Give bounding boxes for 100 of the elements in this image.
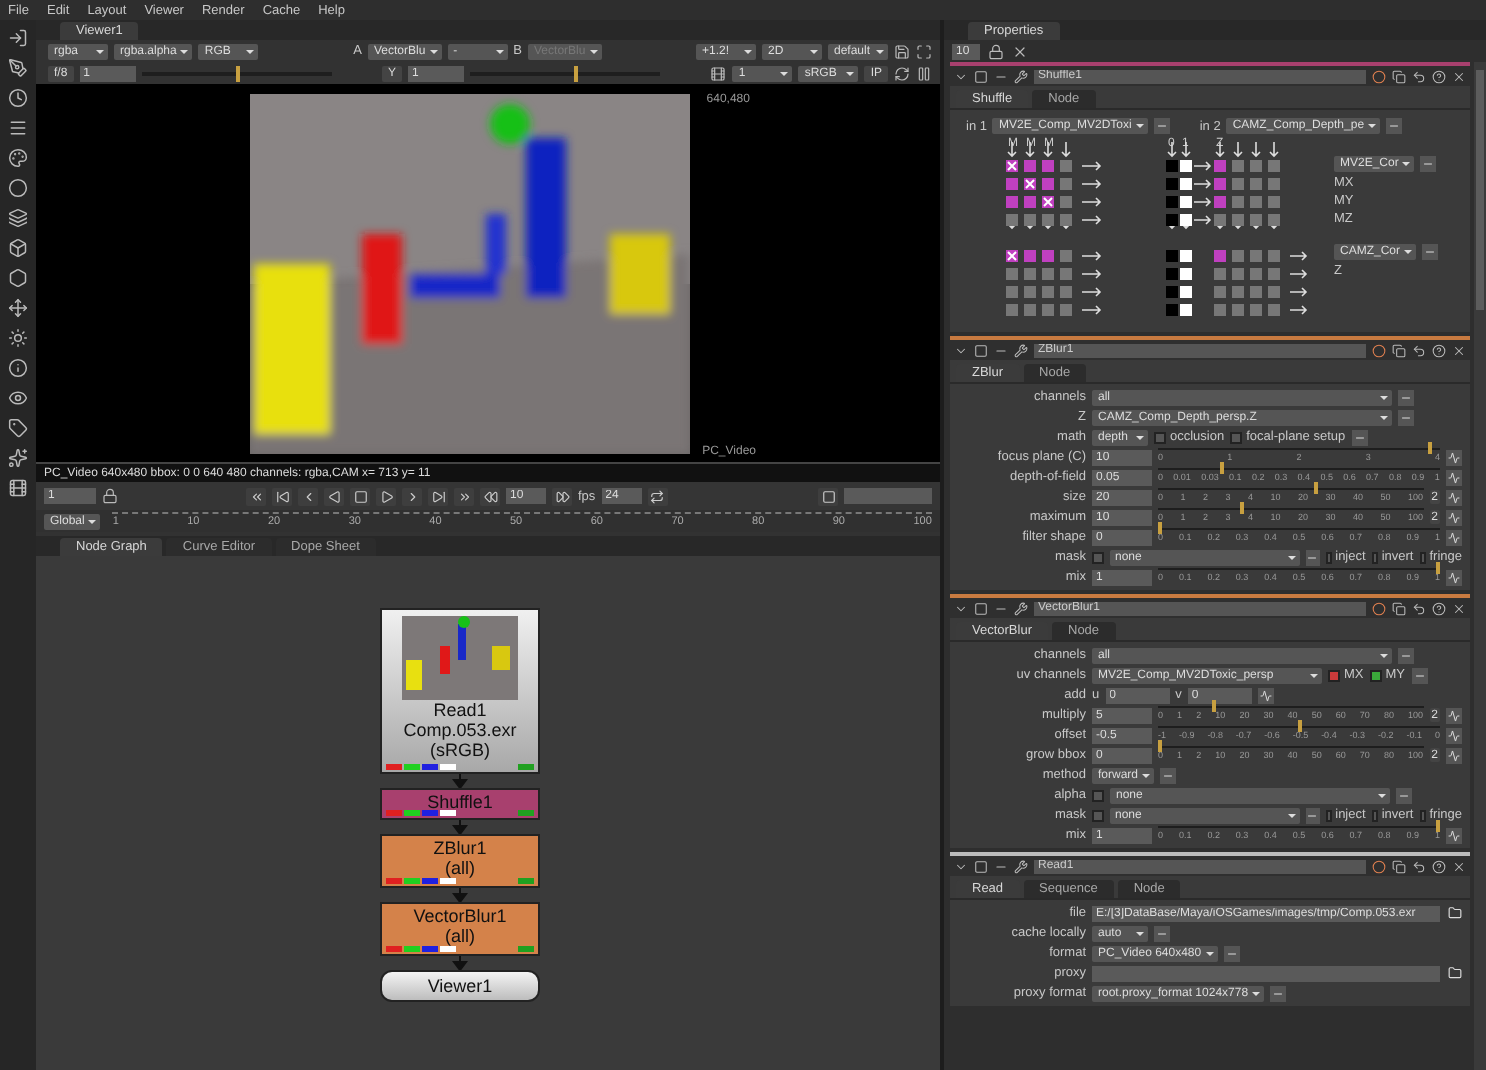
animation-icon[interactable] bbox=[1446, 529, 1462, 545]
tag-icon[interactable] bbox=[8, 418, 28, 438]
link-button[interactable] bbox=[1398, 409, 1414, 425]
wrench-icon[interactable] bbox=[1014, 601, 1028, 615]
help-icon[interactable] bbox=[1432, 859, 1446, 873]
save-icon[interactable] bbox=[893, 43, 910, 59]
previous-key-icon[interactable] bbox=[272, 487, 292, 505]
filter-node[interactable]: ZBlur1 (all) bbox=[380, 834, 540, 888]
animation-icon[interactable] bbox=[1257, 687, 1274, 703]
link-button[interactable] bbox=[1396, 787, 1412, 803]
wrench-icon[interactable] bbox=[1014, 343, 1028, 357]
undo-icon[interactable] bbox=[1412, 859, 1426, 873]
play-icon[interactable] bbox=[376, 487, 396, 505]
color-icon[interactable] bbox=[1372, 859, 1386, 873]
undo-icon[interactable] bbox=[1412, 343, 1426, 357]
cube-icon[interactable] bbox=[8, 238, 28, 258]
link-button[interactable] bbox=[1411, 667, 1427, 683]
read-node[interactable]: Read1 Comp.053.exr (sRGB) bbox=[380, 608, 540, 774]
animation-icon[interactable] bbox=[1446, 509, 1462, 525]
animation-icon[interactable] bbox=[1446, 489, 1462, 505]
input-field[interactable] bbox=[1092, 965, 1440, 981]
link-button[interactable] bbox=[1153, 118, 1170, 134]
next-frame-icon[interactable] bbox=[402, 487, 422, 505]
film-icon[interactable] bbox=[8, 478, 28, 498]
lock-icon[interactable] bbox=[102, 488, 118, 504]
link-button[interactable] bbox=[1305, 549, 1319, 565]
animation-icon[interactable] bbox=[1446, 827, 1462, 843]
collapse-icon[interactable] bbox=[954, 343, 968, 357]
checkbox[interactable] bbox=[1092, 789, 1104, 801]
link-button[interactable] bbox=[1160, 767, 1177, 783]
color-icon[interactable] bbox=[1372, 343, 1386, 357]
animation-icon[interactable] bbox=[1446, 707, 1462, 723]
shuffle-node[interactable]: Shuffle1 bbox=[380, 788, 540, 820]
first-frame-icon[interactable] bbox=[246, 487, 266, 505]
pause-icon[interactable] bbox=[915, 65, 932, 81]
collapse-icon[interactable] bbox=[954, 859, 968, 873]
checkbox[interactable] bbox=[1230, 431, 1243, 443]
link-button[interactable] bbox=[1398, 647, 1414, 663]
help-icon[interactable] bbox=[1432, 601, 1446, 615]
next-key-icon[interactable] bbox=[428, 487, 448, 505]
shuffle-matrix-drawing[interactable] bbox=[1006, 141, 1308, 316]
collapse-icon[interactable] bbox=[954, 69, 968, 83]
copy-icon[interactable] bbox=[1392, 859, 1406, 873]
play-backward-icon[interactable] bbox=[324, 487, 344, 505]
loop-icon[interactable] bbox=[647, 487, 668, 505]
checkbox[interactable] bbox=[1328, 669, 1340, 681]
link-button[interactable] bbox=[1270, 985, 1287, 1001]
previous-frame-icon[interactable] bbox=[298, 487, 318, 505]
step-back-icon[interactable] bbox=[480, 487, 500, 505]
color-icon[interactable] bbox=[1372, 69, 1386, 83]
link-button[interactable] bbox=[1351, 429, 1368, 445]
color-icon[interactable] bbox=[1372, 601, 1386, 615]
circle-icon[interactable] bbox=[8, 178, 28, 198]
sparkles-icon[interactable] bbox=[8, 448, 28, 468]
copy-icon[interactable] bbox=[1392, 69, 1406, 83]
maximize-icon[interactable] bbox=[915, 43, 932, 59]
close-icon[interactable] bbox=[1452, 343, 1466, 357]
square-icon[interactable] bbox=[974, 343, 988, 357]
input-field[interactable] bbox=[844, 488, 932, 504]
copy-icon[interactable] bbox=[1392, 601, 1406, 615]
wrench-icon[interactable] bbox=[1014, 859, 1028, 873]
viewer-node[interactable]: Viewer1 bbox=[380, 970, 540, 1002]
checkbox[interactable] bbox=[1369, 669, 1382, 681]
palette-icon[interactable] bbox=[8, 148, 28, 168]
checkbox[interactable] bbox=[1154, 431, 1166, 443]
info-icon[interactable] bbox=[8, 358, 28, 378]
square-icon[interactable] bbox=[974, 69, 988, 83]
eye-icon[interactable] bbox=[8, 388, 28, 408]
wrench-icon[interactable] bbox=[1014, 69, 1028, 83]
link-button[interactable] bbox=[1420, 156, 1437, 172]
layers-icon[interactable] bbox=[8, 208, 28, 228]
close-icon[interactable] bbox=[1452, 69, 1466, 83]
undo-icon[interactable] bbox=[1412, 601, 1426, 615]
folder-icon[interactable] bbox=[1446, 965, 1462, 981]
undo-icon[interactable] bbox=[1412, 69, 1426, 83]
copy-icon[interactable] bbox=[1392, 343, 1406, 357]
clock-icon[interactable] bbox=[8, 88, 28, 108]
close-icon[interactable] bbox=[1452, 859, 1466, 873]
link-button[interactable] bbox=[1386, 118, 1403, 134]
close-icon[interactable] bbox=[1452, 601, 1466, 615]
link-button[interactable] bbox=[1422, 244, 1439, 260]
lock-icon[interactable] bbox=[988, 43, 1004, 59]
collapse-icon[interactable] bbox=[954, 601, 968, 615]
animation-icon[interactable] bbox=[1446, 569, 1462, 585]
help-icon[interactable] bbox=[1432, 343, 1446, 357]
step-forward-icon[interactable] bbox=[552, 487, 572, 505]
move-icon[interactable] bbox=[8, 298, 28, 318]
square-icon[interactable] bbox=[974, 859, 988, 873]
animation-icon[interactable] bbox=[1446, 727, 1462, 743]
checkbox[interactable] bbox=[1092, 809, 1103, 821]
link-button[interactable] bbox=[1305, 807, 1319, 823]
menu-icon[interactable] bbox=[8, 118, 28, 138]
link-button[interactable] bbox=[1398, 389, 1414, 405]
square-icon[interactable] bbox=[818, 487, 838, 505]
import-icon[interactable] bbox=[8, 28, 28, 48]
link-button[interactable] bbox=[1223, 945, 1240, 961]
pen-icon[interactable] bbox=[8, 58, 28, 78]
link-button[interactable] bbox=[1154, 925, 1170, 941]
checkbox[interactable] bbox=[1092, 551, 1103, 563]
sun-icon[interactable] bbox=[8, 328, 28, 348]
